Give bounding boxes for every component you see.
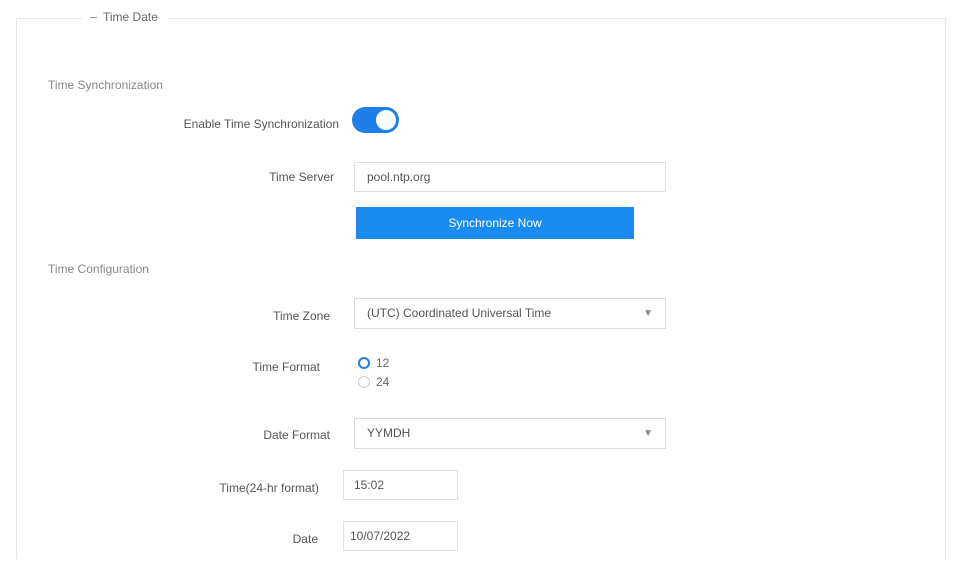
enable-sync-toggle[interactable] xyxy=(352,107,399,133)
time-zone-select[interactable]: (UTC) Coordinated Universal Time ▼ xyxy=(354,298,666,329)
enable-sync-label: Enable Time Synchronization xyxy=(183,117,339,131)
time-zone-label: Time Zone xyxy=(273,309,330,323)
time-server-label: Time Server xyxy=(269,170,334,184)
radio-unselected-icon xyxy=(358,376,370,388)
panel-legend-label: Time Date xyxy=(103,10,158,24)
toggle-knob xyxy=(376,110,396,130)
date-format-value: YYMDH xyxy=(367,426,411,440)
date-format-select[interactable]: YYMDH ▼ xyxy=(354,418,666,449)
time-format-option-12[interactable]: 12 xyxy=(358,356,389,370)
time-server-input[interactable]: pool.ntp.org xyxy=(354,162,666,192)
date-input[interactable]: 10/07/2022 xyxy=(343,521,458,551)
time-format-option-24-label: 24 xyxy=(376,375,390,389)
chevron-down-icon: ▼ xyxy=(643,428,653,439)
time-24hr-label: Time(24-hr format) xyxy=(219,481,319,495)
time-format-option-12-label: 12 xyxy=(376,356,390,370)
synchronize-now-button[interactable]: Synchronize Now xyxy=(356,207,634,239)
time-format-label: Time Format xyxy=(252,360,320,374)
section-title-config: Time Configuration xyxy=(48,262,149,276)
time-format-option-24[interactable]: 24 xyxy=(358,375,389,389)
panel-legend: Time Date xyxy=(82,10,168,24)
time-input[interactable]: 15:02 xyxy=(343,470,458,500)
collapse-dash-icon xyxy=(90,16,97,18)
chevron-down-icon: ▼ xyxy=(643,308,653,319)
radio-selected-icon xyxy=(358,357,370,369)
section-title-sync: Time Synchronization xyxy=(48,78,163,92)
date-label: Date xyxy=(292,532,318,546)
time-date-panel xyxy=(16,18,946,559)
date-format-label: Date Format xyxy=(263,428,330,442)
time-zone-value: (UTC) Coordinated Universal Time xyxy=(367,306,552,320)
